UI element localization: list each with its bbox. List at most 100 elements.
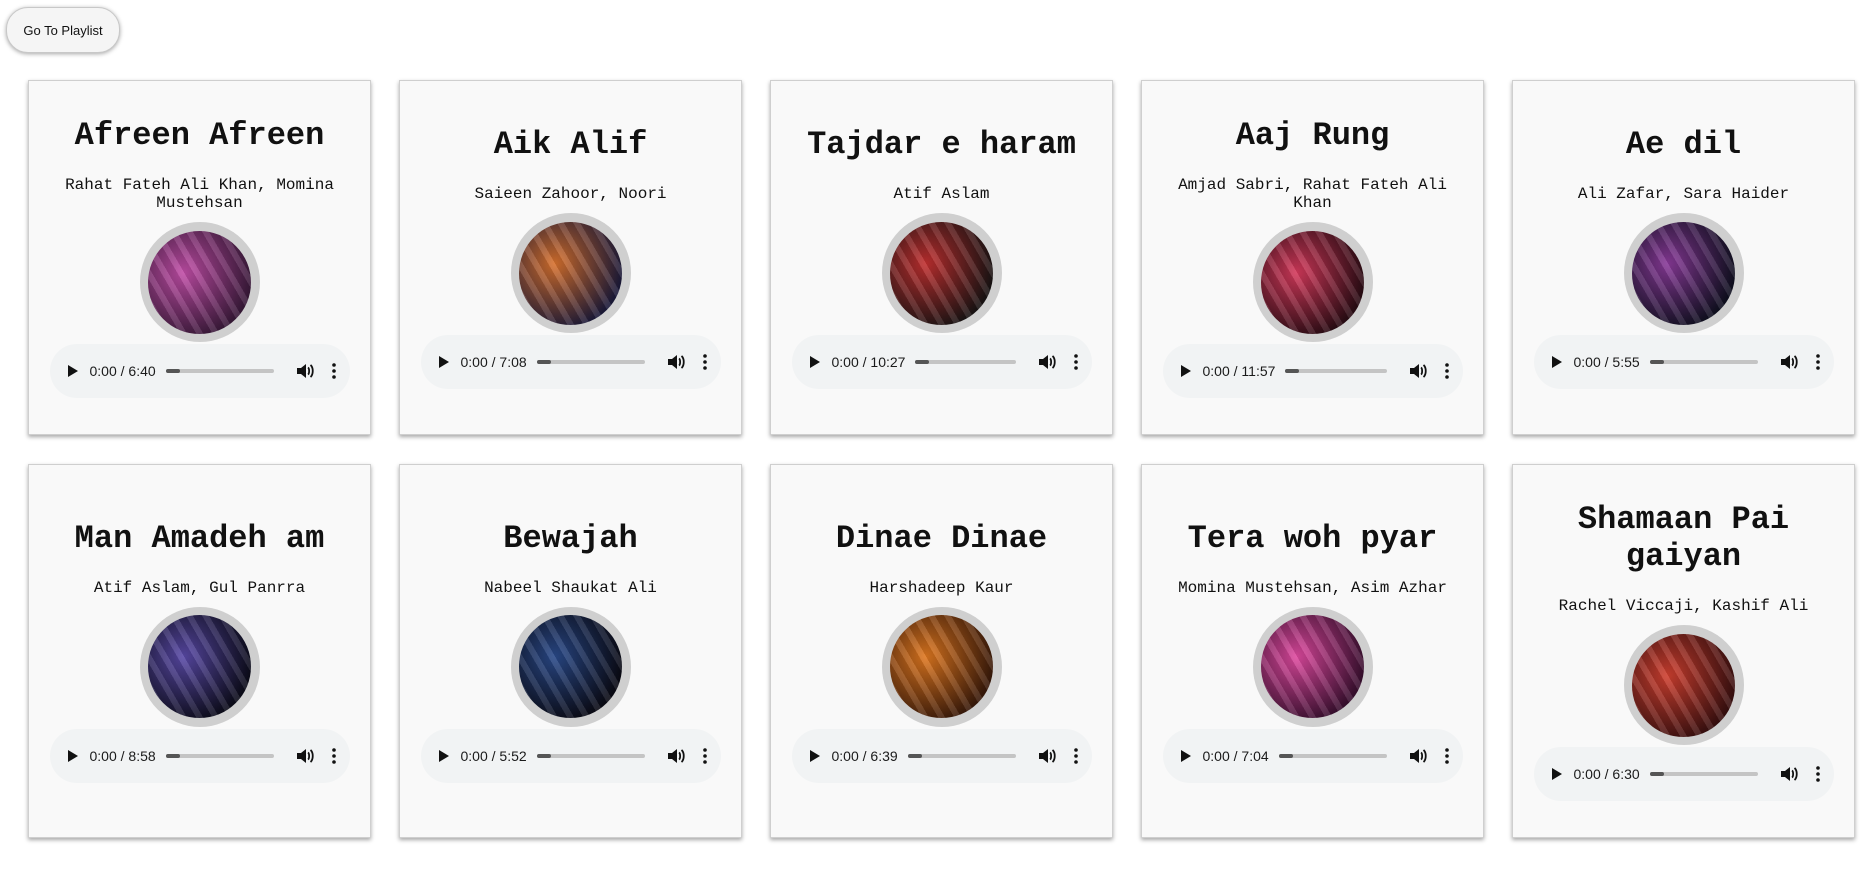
song-artists: Ali Zafar, Sara Haider xyxy=(1577,185,1790,203)
album-art-frame xyxy=(139,222,260,342)
more-options-icon[interactable] xyxy=(331,747,336,764)
audio-player: 0:00 / 7:04 xyxy=(1162,728,1463,783)
seek-bar[interactable] xyxy=(915,360,1016,364)
audio-player: 0:00 / 5:55 xyxy=(1533,335,1834,389)
album-art-frame xyxy=(881,606,1002,727)
play-icon[interactable] xyxy=(438,749,449,762)
seek-bar[interactable] xyxy=(165,369,274,373)
song-artists: Rahat Fateh Ali Khan, Momina Mustehsan xyxy=(65,176,334,212)
seek-progress xyxy=(1278,753,1293,758)
album-art-frame xyxy=(1252,606,1373,727)
song-artists: Rachel Viccaji, Kashif Ali xyxy=(1558,597,1809,615)
play-icon[interactable] xyxy=(438,356,449,368)
volume-icon[interactable] xyxy=(1038,748,1056,764)
volume-icon[interactable] xyxy=(296,363,314,379)
song-title: Aik Alif xyxy=(493,126,648,163)
album-art-image xyxy=(890,615,993,718)
playback-time: 0:00 / 8:58 xyxy=(89,747,156,764)
volume-icon[interactable] xyxy=(667,748,685,764)
play-icon[interactable] xyxy=(67,749,78,762)
seek-bar[interactable] xyxy=(1285,369,1387,373)
song-title: Shamaan Pai gaiyan xyxy=(1577,501,1790,575)
seek-progress xyxy=(1649,360,1664,364)
more-options-icon[interactable] xyxy=(1815,354,1820,370)
song-card: Tajdar e haram Atif Aslam 0:00 / 10:27 xyxy=(770,80,1113,435)
seek-bar[interactable] xyxy=(165,753,274,758)
song-artists: Momina Mustehsan, Asim Azhar xyxy=(1178,578,1447,597)
album-art-image xyxy=(519,615,622,718)
playback-time: 0:00 / 7:04 xyxy=(1202,747,1269,764)
seek-progress xyxy=(536,360,551,364)
more-options-icon[interactable] xyxy=(1444,747,1449,764)
more-options-icon[interactable] xyxy=(1444,363,1449,379)
more-options-icon[interactable] xyxy=(1073,747,1078,764)
song-grid: Afreen Afreen Rahat Fateh Ali Khan, Momi… xyxy=(28,80,1855,838)
seek-progress xyxy=(1649,772,1664,776)
album-art-frame xyxy=(1252,222,1373,342)
volume-icon[interactable] xyxy=(1780,766,1798,782)
playback-time: 0:00 / 5:55 xyxy=(1573,354,1640,370)
song-card: Ae dil Ali Zafar, Sara Haider 0:00 / 5:5… xyxy=(1512,80,1855,435)
song-card: Afreen Afreen Rahat Fateh Ali Khan, Momi… xyxy=(28,80,371,435)
play-icon[interactable] xyxy=(1551,768,1562,780)
song-card: Aik Alif Saieen Zahoor, Noori 0:00 / 7:0… xyxy=(399,80,742,435)
album-art-frame xyxy=(1623,625,1744,745)
play-icon[interactable] xyxy=(809,356,820,368)
audio-player: 0:00 / 6:30 xyxy=(1533,747,1834,801)
seek-progress xyxy=(907,753,922,758)
seek-progress xyxy=(165,369,180,373)
album-art-frame xyxy=(1623,213,1744,333)
volume-icon[interactable] xyxy=(1409,748,1427,764)
song-title: Tajdar e haram xyxy=(807,126,1076,163)
play-icon[interactable] xyxy=(67,365,78,377)
song-title: Tera woh pyar xyxy=(1187,519,1438,557)
song-title: Ae dil xyxy=(1625,126,1742,163)
more-options-icon[interactable] xyxy=(702,354,707,370)
audio-player: 0:00 / 11:57 xyxy=(1162,344,1463,398)
album-art-frame xyxy=(139,606,260,727)
seek-bar[interactable] xyxy=(907,753,1016,758)
playback-time: 0:00 / 11:57 xyxy=(1202,363,1276,379)
volume-icon[interactable] xyxy=(667,354,685,370)
more-options-icon[interactable] xyxy=(331,363,336,379)
seek-bar[interactable] xyxy=(1649,360,1758,364)
more-options-icon[interactable] xyxy=(1815,766,1820,782)
seek-progress xyxy=(165,753,180,758)
album-art-image xyxy=(148,615,251,718)
playback-time: 0:00 / 7:08 xyxy=(460,354,527,370)
play-icon[interactable] xyxy=(1551,356,1562,368)
song-artists: Atif Aslam, Gul Panrra xyxy=(93,578,306,597)
volume-icon[interactable] xyxy=(296,748,314,764)
seek-bar[interactable] xyxy=(536,753,645,758)
play-icon[interactable] xyxy=(1180,365,1191,377)
more-options-icon[interactable] xyxy=(702,747,707,764)
album-art-image xyxy=(1261,615,1364,718)
album-art-image xyxy=(1261,230,1364,334)
song-title: Aaj Rung xyxy=(1235,117,1390,154)
go-to-playlist-button[interactable]: Go To Playlist xyxy=(6,7,120,53)
song-card: Man Amadeh am Atif Aslam, Gul Panrra 0:0… xyxy=(28,464,371,838)
seek-bar[interactable] xyxy=(536,360,645,364)
audio-player: 0:00 / 7:08 xyxy=(420,335,721,389)
album-art-image xyxy=(1632,633,1735,737)
album-art-frame xyxy=(881,213,1002,333)
more-options-icon[interactable] xyxy=(1073,354,1078,370)
play-icon[interactable] xyxy=(809,749,820,762)
volume-icon[interactable] xyxy=(1780,354,1798,370)
song-artists: Atif Aslam xyxy=(893,185,990,203)
album-art-frame xyxy=(510,213,631,333)
volume-icon[interactable] xyxy=(1038,354,1056,370)
song-artists: Saieen Zahoor, Noori xyxy=(474,185,667,203)
playback-time: 0:00 / 6:30 xyxy=(1573,766,1640,782)
volume-icon[interactable] xyxy=(1409,363,1427,379)
song-card: Tera woh pyar Momina Mustehsan, Asim Azh… xyxy=(1141,464,1484,838)
play-icon[interactable] xyxy=(1180,749,1191,762)
playback-time: 0:00 / 10:27 xyxy=(831,354,906,370)
playback-time: 0:00 / 6:39 xyxy=(831,747,898,764)
song-title: Afreen Afreen xyxy=(74,117,325,154)
seek-bar[interactable] xyxy=(1278,753,1387,758)
seek-progress xyxy=(536,753,551,758)
audio-player: 0:00 / 6:40 xyxy=(49,344,350,398)
seek-bar[interactable] xyxy=(1649,772,1758,776)
song-artists: Amjad Sabri, Rahat Fateh Ali Khan xyxy=(1178,176,1447,212)
